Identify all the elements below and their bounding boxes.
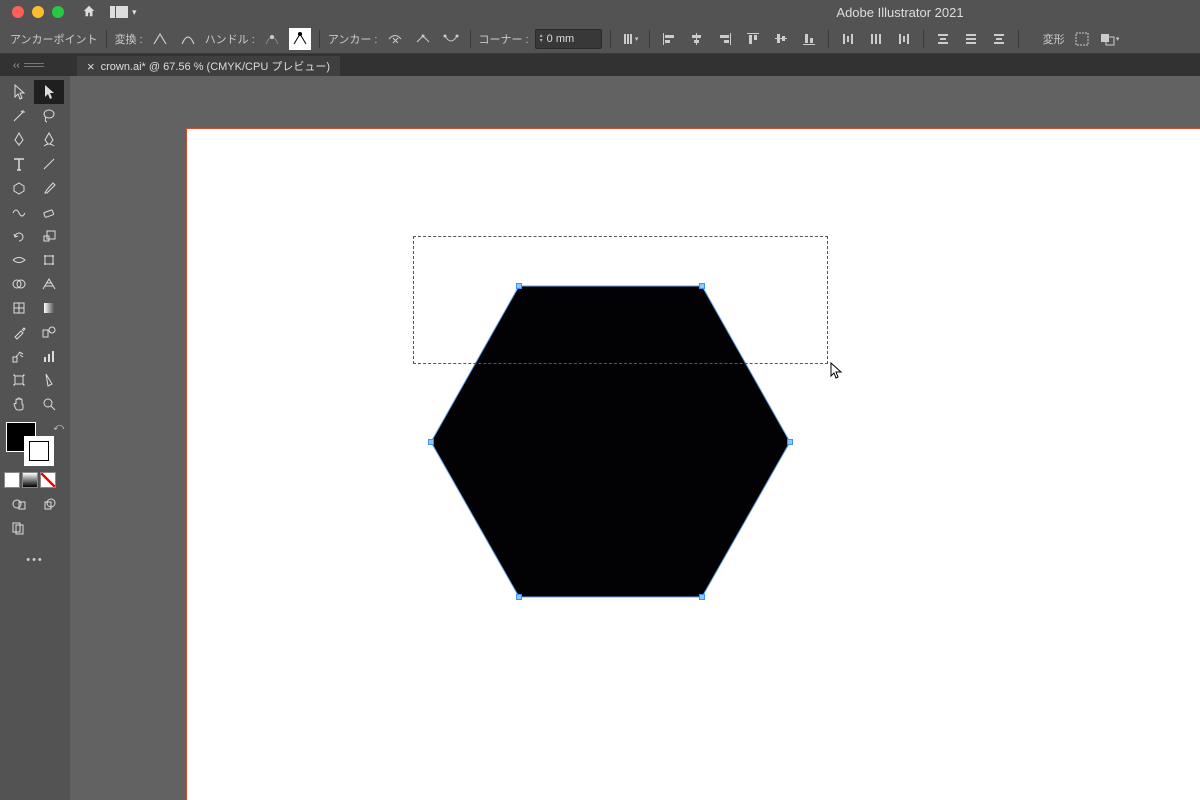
color-mode-none[interactable]	[40, 472, 56, 488]
close-tab-icon[interactable]: ×	[87, 59, 95, 74]
remove-anchor-icon[interactable]	[384, 28, 406, 50]
align-left-icon[interactable]	[658, 28, 680, 50]
eyedropper-tool[interactable]	[4, 320, 34, 344]
pen-tool[interactable]	[4, 128, 34, 152]
convert-corner-icon[interactable]	[149, 28, 171, 50]
dist-right-icon[interactable]	[893, 28, 915, 50]
cursor-icon	[830, 362, 844, 383]
rotate-tool[interactable]	[4, 224, 34, 248]
shaper-tool[interactable]	[4, 200, 34, 224]
edit-toolbar-icon[interactable]: •••	[4, 554, 66, 566]
anchor-handle[interactable]	[699, 594, 705, 600]
scale-tool[interactable]	[34, 224, 64, 248]
connect-path-icon[interactable]	[440, 28, 462, 50]
perspective-grid-tool[interactable]	[34, 272, 64, 296]
document-tab[interactable]: × crown.ai* @ 67.56 % (CMYK/CPU プレビュー)	[77, 56, 340, 76]
type-tool[interactable]	[4, 152, 34, 176]
selection-marquee	[413, 236, 828, 364]
draw-behind-icon[interactable]	[34, 492, 64, 516]
fill-stroke-swatch[interactable]: ⤺	[4, 422, 66, 466]
shape-builder-tool[interactable]	[4, 272, 34, 296]
selection-tool[interactable]	[4, 80, 34, 104]
mesh-tool[interactable]	[4, 296, 34, 320]
width-tool[interactable]	[4, 248, 34, 272]
isolate-icon[interactable]	[1071, 28, 1093, 50]
eraser-tool[interactable]	[34, 200, 64, 224]
rectangle-tool[interactable]	[4, 176, 34, 200]
dist-top-icon[interactable]	[932, 28, 954, 50]
corner-radius-input[interactable]: ▴▾	[535, 29, 602, 49]
dist-left-icon[interactable]	[837, 28, 859, 50]
titlebar: ▾ Adobe Illustrator 2021	[0, 0, 1200, 24]
anchor-handle[interactable]	[787, 439, 793, 445]
dist-bottom-icon[interactable]	[988, 28, 1010, 50]
align-top-icon[interactable]	[742, 28, 764, 50]
color-mode-solid[interactable]	[4, 472, 20, 488]
blend-tool[interactable]	[34, 320, 64, 344]
align-vcenter-icon[interactable]	[770, 28, 792, 50]
handle-show-icon[interactable]	[261, 28, 283, 50]
dist-hcenter-icon[interactable]	[865, 28, 887, 50]
anchor-label: アンカー :	[328, 31, 378, 47]
control-bar: アンカーポイント 変換 : ハンドル : アンカー : コーナー : ▴▾ ▾ …	[0, 24, 1200, 54]
handle-label: ハンドル :	[205, 31, 255, 47]
screen-mode-icon[interactable]	[4, 516, 34, 540]
app-title: Adobe Illustrator 2021	[836, 5, 963, 20]
direct-selection-tool[interactable]	[34, 80, 64, 104]
minimize-window-button[interactable]	[32, 6, 44, 18]
align-right-icon[interactable]	[714, 28, 736, 50]
workspace-switcher[interactable]: ▾	[110, 6, 137, 18]
convert-smooth-icon[interactable]	[177, 28, 199, 50]
corner-label: コーナー :	[479, 31, 529, 47]
align-bottom-icon[interactable]	[798, 28, 820, 50]
mask-icon[interactable]: ▾	[1099, 28, 1121, 50]
align-panel-icon[interactable]: ▾	[619, 28, 641, 50]
stroke-swatch[interactable]	[24, 436, 54, 466]
anchor-handle[interactable]	[516, 594, 522, 600]
swap-fill-stroke-icon[interactable]: ⤺	[53, 422, 64, 433]
handle-hide-icon[interactable]	[289, 28, 311, 50]
anchor-point-label: アンカーポイント	[10, 31, 98, 47]
home-icon[interactable]	[82, 4, 96, 21]
symbol-sprayer-tool[interactable]	[4, 344, 34, 368]
window-controls	[12, 6, 64, 18]
zoom-tool[interactable]	[34, 392, 64, 416]
gradient-tool[interactable]	[34, 296, 64, 320]
magic-wand-tool[interactable]	[4, 104, 34, 128]
canvas[interactable]	[70, 76, 1200, 800]
draw-normal-icon[interactable]	[4, 492, 34, 516]
line-segment-tool[interactable]	[34, 152, 64, 176]
cut-path-icon[interactable]	[412, 28, 434, 50]
align-hcenter-icon[interactable]	[686, 28, 708, 50]
transform-label: 変換 :	[115, 31, 143, 47]
column-graph-tool[interactable]	[34, 344, 64, 368]
collapse-panels-icon[interactable]: ‹‹	[5, 54, 75, 76]
document-tab-label: crown.ai* @ 67.56 % (CMYK/CPU プレビュー)	[101, 58, 330, 74]
transform-panel-label[interactable]: 変形	[1043, 31, 1065, 47]
corner-radius-field[interactable]	[547, 33, 597, 45]
close-window-button[interactable]	[12, 6, 24, 18]
artboard-tool[interactable]	[4, 368, 34, 392]
lasso-tool[interactable]	[34, 104, 64, 128]
dist-vcenter-icon[interactable]	[960, 28, 982, 50]
hand-tool[interactable]	[4, 392, 34, 416]
color-mode-gradient[interactable]	[22, 472, 38, 488]
document-tab-bar: ‹‹ × crown.ai* @ 67.56 % (CMYK/CPU プレビュー…	[0, 54, 1200, 76]
curvature-tool[interactable]	[34, 128, 64, 152]
slice-tool[interactable]	[34, 368, 64, 392]
maximize-window-button[interactable]	[52, 6, 64, 18]
toolbox: ⤺ •••	[0, 76, 70, 800]
paintbrush-tool[interactable]	[34, 176, 64, 200]
free-transform-tool[interactable]	[34, 248, 64, 272]
anchor-handle[interactable]	[428, 439, 434, 445]
